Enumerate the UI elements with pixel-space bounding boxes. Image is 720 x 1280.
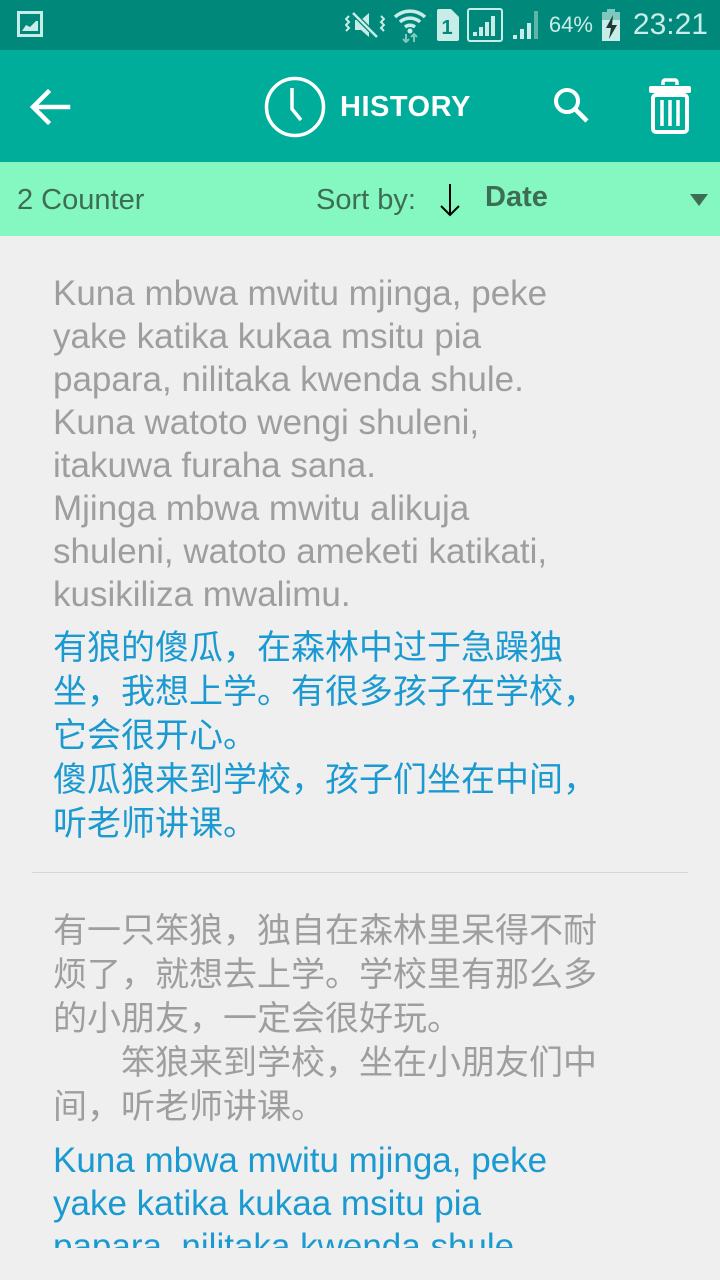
history-item[interactable]: Kuna mbwa mwitu mjinga, peke yake katika… bbox=[0, 236, 720, 846]
svg-text:1: 1 bbox=[441, 17, 452, 39]
gallery-notification-icon bbox=[17, 11, 43, 37]
page-title: HISTORY bbox=[340, 90, 471, 123]
clock-icon bbox=[264, 76, 326, 138]
source-text: Kuna mbwa mwitu mjinga, peke yake katika… bbox=[53, 274, 548, 614]
wifi-icon bbox=[393, 9, 427, 43]
history-item[interactable]: 有一只笨狼，独自在森林里呆得不耐 烦了，就想去上学。学校里有那么多 的小朋友，一… bbox=[0, 873, 720, 1248]
battery-percentage: 64% bbox=[548, 12, 593, 37]
translation-text: 有狼的傻瓜，在森林中过于急躁独 坐，我想上学。有很多孩子在学校， 它会很开心。 … bbox=[53, 629, 597, 843]
app-bar: HISTORY bbox=[0, 50, 720, 162]
translation-text: Kuna mbwa mwitu mjinga, peke yake katika… bbox=[53, 1141, 548, 1248]
history-counter: 2 Counter bbox=[17, 184, 145, 216]
battery-charging-icon bbox=[601, 9, 620, 41]
vibrate-mute-icon bbox=[344, 11, 385, 39]
status-bar: 1 64% 23:21 bbox=[0, 0, 720, 50]
search-icon[interactable] bbox=[550, 84, 594, 128]
sort-select-value[interactable]: Date bbox=[485, 181, 548, 214]
signal-sim2-icon bbox=[512, 11, 538, 39]
arrow-left-icon[interactable] bbox=[26, 82, 76, 132]
sort-bar: 2 Counter Sort by: Date bbox=[0, 162, 720, 236]
trash-icon[interactable] bbox=[646, 78, 694, 134]
sim1-icon: 1 bbox=[436, 9, 459, 41]
source-text: 有一只笨狼，独自在森林里呆得不耐 烦了，就想去上学。学校里有那么多 的小朋友，一… bbox=[53, 912, 597, 1126]
sort-direction-arrow-down-icon[interactable] bbox=[436, 182, 464, 218]
signal-sim1-icon bbox=[466, 8, 503, 42]
page-title-group: HISTORY bbox=[264, 76, 471, 138]
history-list: Kuna mbwa mwitu mjinga, peke yake katika… bbox=[0, 236, 720, 1248]
dropdown-triangle-icon[interactable] bbox=[690, 194, 708, 206]
sort-label: Sort by: bbox=[316, 184, 416, 216]
clock-time: 23:21 bbox=[632, 8, 708, 41]
